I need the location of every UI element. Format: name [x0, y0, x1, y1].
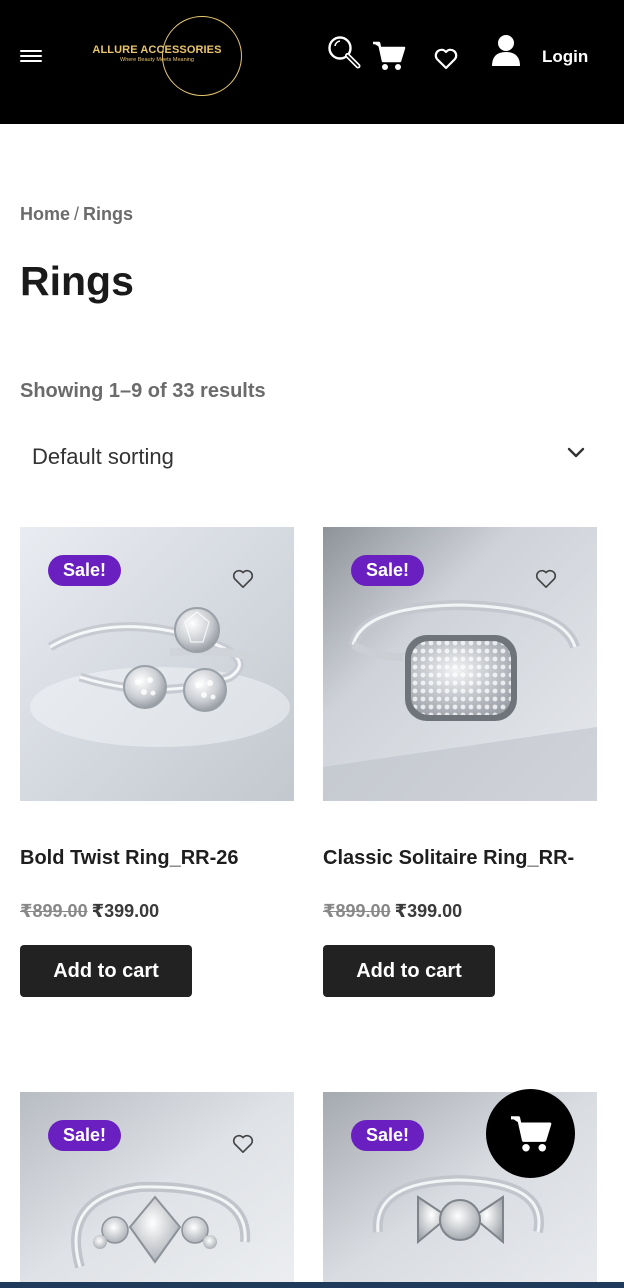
logo-name: ALLURE ACCESSORIES	[92, 44, 222, 56]
sale-badge: Sale!	[48, 1120, 122, 1151]
product-card: Sale! Bold Twist Ring_RR-26 ₹899.00 ₹399.…	[20, 527, 294, 997]
sorting-select[interactable]: Default sorting	[20, 428, 604, 484]
login-link[interactable]: Login	[542, 47, 588, 67]
breadcrumb: Home / Rings	[20, 204, 133, 225]
bottom-bar	[0, 1282, 624, 1288]
sorting-selected-value: Default sorting	[32, 444, 174, 469]
product-image[interactable]: Sale!	[20, 1092, 294, 1288]
product-title[interactable]: Classic Solitaire Ring_RR-	[323, 847, 603, 870]
wishlist-heart-icon[interactable]	[232, 569, 254, 589]
user-icon[interactable]	[490, 34, 522, 68]
add-to-cart-button[interactable]: Add to cart	[20, 945, 192, 997]
product-image[interactable]: Sale!	[20, 527, 294, 801]
sale-price: ₹399.00	[91, 901, 160, 921]
original-price: ₹899.00	[20, 901, 88, 921]
menu-icon[interactable]	[20, 50, 42, 64]
chevron-down-icon	[567, 447, 585, 458]
product-price: ₹899.00 ₹399.00	[323, 901, 462, 922]
breadcrumb-home[interactable]: Home	[20, 204, 70, 224]
product-price: ₹899.00 ₹399.00	[20, 901, 159, 922]
sale-badge: Sale!	[351, 1120, 425, 1151]
site-header: ALLURE ACCESSORIES Where Beauty Meets Me…	[0, 0, 624, 124]
product-card: Sale!	[20, 1092, 294, 1288]
wishlist-heart-icon[interactable]	[232, 1134, 254, 1154]
breadcrumb-current: Rings	[83, 204, 134, 224]
sale-price: ₹399.00	[394, 901, 463, 921]
cart-icon	[511, 1116, 552, 1152]
page-title: Rings	[20, 258, 134, 304]
breadcrumb-separator: /	[74, 204, 80, 224]
site-logo[interactable]: ALLURE ACCESSORIES Where Beauty Meets Me…	[85, 14, 245, 100]
logo-tagline: Where Beauty Meets Meaning	[120, 57, 194, 63]
product-title[interactable]: Bold Twist Ring_RR-26	[20, 847, 300, 870]
logo-ring	[162, 16, 242, 96]
sale-badge: Sale!	[48, 555, 122, 586]
heart-icon[interactable]	[434, 48, 458, 70]
search-icon[interactable]	[326, 34, 362, 70]
add-to-cart-button[interactable]: Add to cart	[323, 945, 495, 997]
floating-cart-button[interactable]	[486, 1089, 575, 1178]
result-count: Showing 1–9 of 33 results	[20, 380, 266, 402]
cart-icon[interactable]	[372, 40, 406, 72]
product-image[interactable]: Sale!	[323, 527, 597, 801]
original-price: ₹899.00	[323, 901, 391, 921]
product-card: Sale! Classic Solitaire Ring_RR- ₹899.00…	[323, 527, 597, 997]
sale-badge: Sale!	[351, 555, 425, 586]
wishlist-heart-icon[interactable]	[535, 569, 557, 589]
